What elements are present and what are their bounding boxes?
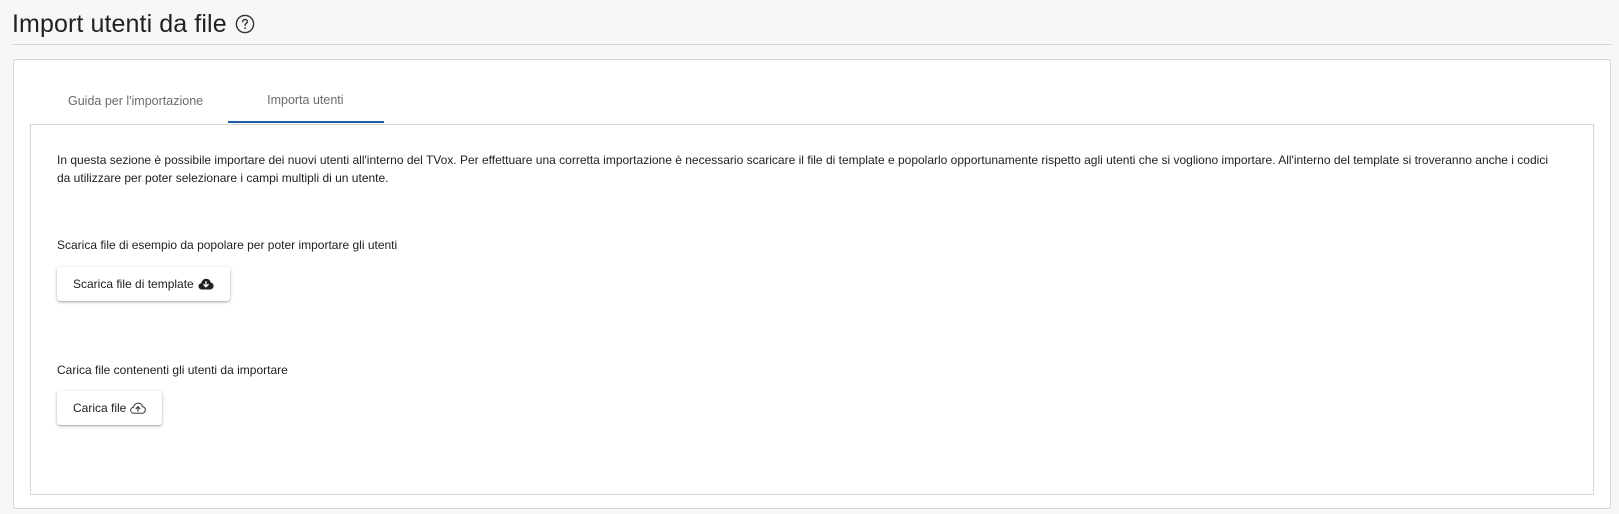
question-circle-icon[interactable]: [235, 14, 256, 35]
download-template-label: Scarica file di template: [73, 277, 194, 291]
upload-file-button[interactable]: Carica file: [57, 391, 163, 425]
page-header: Import utenti da file: [12, 4, 1612, 44]
intro-text: In questa sezione è possibile importare …: [57, 153, 1548, 185]
page-title: Import utenti da file: [12, 9, 227, 38]
tab-bar: Guida per l'importazione Importa utenti: [30, 79, 384, 123]
cloud-upload-icon: [130, 401, 147, 415]
upload-section-label: Carica file contenenti gli utenti da imp…: [57, 363, 288, 377]
cloud-download-icon: [198, 277, 214, 291]
import-card: Guida per l'importazione Importa utenti …: [13, 59, 1611, 509]
tab-label: Guida per l'importazione: [68, 94, 204, 108]
upload-file-label: Carica file: [73, 401, 127, 415]
download-template-button[interactable]: Scarica file di template: [57, 267, 230, 301]
tab-import-guide[interactable]: Guida per l'importazione: [30, 79, 228, 123]
tab-import-users[interactable]: Importa utenti: [228, 79, 384, 123]
header-divider: [12, 44, 1612, 45]
tab-label: Importa utenti: [267, 93, 344, 107]
tab-panel-import-users: In questa sezione è possibile importare …: [30, 124, 1594, 495]
download-section-label: Scarica file di esempio da popolare per …: [57, 238, 398, 252]
